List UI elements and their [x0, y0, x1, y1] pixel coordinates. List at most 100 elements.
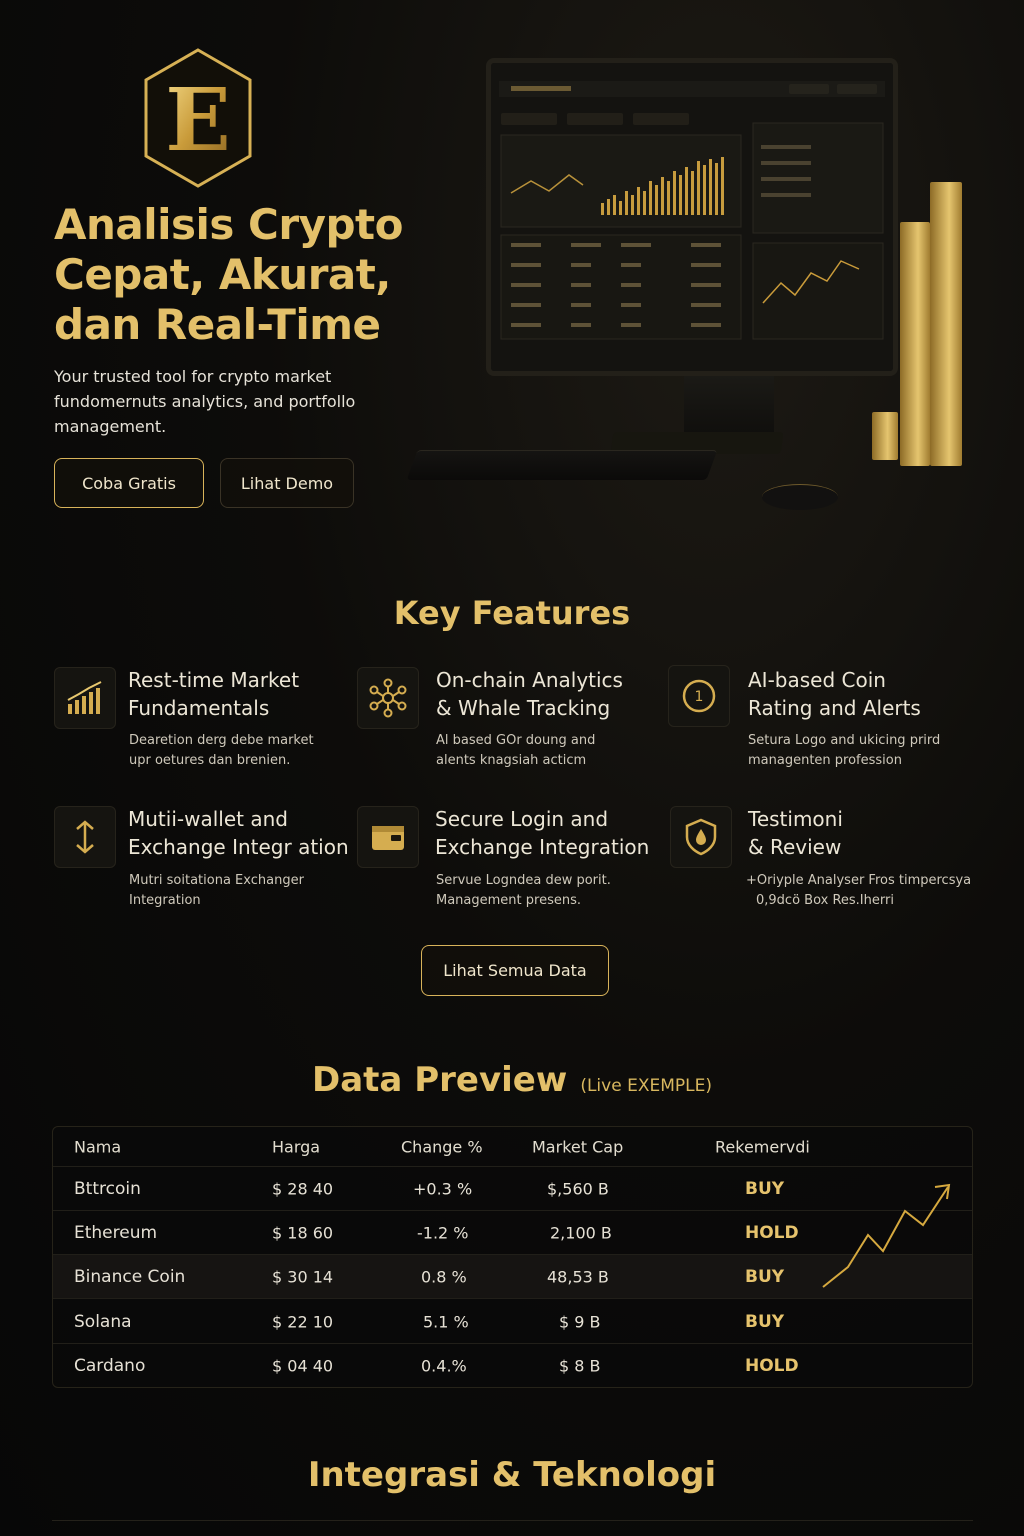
feature-description-line: +Oriyple Analyser Fros timpercsya	[746, 873, 972, 888]
shield-icon	[685, 818, 717, 856]
feature-card-icon-box	[357, 806, 419, 868]
hero-subtitle-line: fundomernuts analytics, and portfollo	[54, 392, 356, 411]
hero-subtitle: Your trusted tool for crypto market fund…	[54, 364, 374, 439]
feature-description-line: Dearetion derg debe market	[129, 733, 314, 748]
dashboard-screen-graphic	[491, 63, 893, 371]
coin-change: +0.3 %	[413, 1179, 473, 1198]
feature-title-line: Rating and Alerts	[748, 696, 921, 720]
feature-title-line: Mutii-wallet and	[128, 807, 288, 831]
coin-market-cap: 2,100 B	[550, 1223, 612, 1242]
coin-market-cap: $ 9 B	[559, 1312, 601, 1331]
column-header-market-cap: Market Cap	[532, 1137, 624, 1156]
coin-change: 0.4.%	[421, 1356, 467, 1376]
feature-card-icon-box	[54, 667, 116, 729]
feature-title: Secure Login and Exchange Integration	[435, 805, 665, 861]
gold-bar-decoration	[872, 412, 898, 460]
feature-title-line: On-chain Analytics	[436, 668, 623, 692]
feature-description: Servue Logndea dew porit. Management pre…	[436, 871, 676, 911]
column-header-price: Harga	[272, 1137, 321, 1156]
column-header-recommendation: Rekemervdi	[715, 1137, 810, 1156]
feature-title-line: & Whale Tracking	[436, 696, 611, 720]
dashboard-monitor-illustration	[486, 58, 898, 376]
feature-description-line: Servue Logndea dew porit.	[436, 873, 611, 888]
feature-title-line: Testimoni	[748, 807, 843, 831]
keyboard-illustration	[406, 450, 718, 480]
svg-text:E: E	[165, 70, 231, 171]
feature-title-line: AI-based Coin	[748, 668, 886, 692]
feature-title: Mutii-wallet and Exchange Integr ation	[128, 805, 358, 861]
hero-title-line-2: Cepat, Akurat,	[54, 250, 391, 299]
monitor-stand	[684, 376, 774, 438]
feature-description: +Oriyple Analyser Fros timpercsya 0,9dcö…	[746, 871, 1016, 911]
brand-logo: E	[144, 48, 252, 188]
coin-name: Solana	[74, 1311, 132, 1332]
feature-title-line: Fundamentals	[128, 696, 270, 720]
feature-description-line: Al based GOr doung and	[436, 733, 596, 748]
network-nodes-icon	[369, 678, 407, 718]
column-header-name: Nama	[74, 1137, 122, 1156]
coin-name: Binance Coin	[74, 1266, 186, 1287]
recommendation-badge: BUY	[745, 1311, 785, 1332]
preview-title: Data Preview	[312, 1060, 568, 1100]
feature-description-line: Integration	[129, 893, 201, 908]
crypto-data-table: Nama Harga Change % Market Cap Rekemervd…	[52, 1126, 973, 1388]
feature-card-icon-box	[54, 806, 116, 868]
feature-description-line: managenten profession	[748, 753, 902, 768]
trend-line-decoration	[822, 1183, 951, 1288]
gold-bar-decoration	[900, 222, 930, 466]
bar-chart-icon	[67, 681, 102, 714]
feature-description: Dearetion derg debe market upr oetures d…	[129, 731, 369, 771]
feature-card-icon-box	[357, 667, 419, 729]
view-all-data-button[interactable]: Lihat Semua Data	[421, 945, 609, 996]
hero-title: Analisis Crypto Cepat, Akurat, dan Real-…	[54, 200, 434, 350]
rating-circle-icon: 1	[682, 679, 716, 713]
feature-card-icon-box: 1	[668, 665, 730, 727]
coin-market-cap: $,560 B	[547, 1179, 609, 1198]
feature-description: Setura Logo and ukicing prird managenten…	[748, 731, 988, 771]
feature-description-line: 0,9dcö Box Res.Iherri	[756, 893, 894, 908]
feature-description-line: Management presens.	[436, 893, 581, 908]
feature-title-line: & Review	[748, 835, 842, 859]
recommendation-badge: HOLD	[745, 1222, 799, 1243]
preview-subtitle: (Live EXEMPLE)	[580, 1076, 712, 1096]
feature-description-line: Mutri soitationa Exchanger	[129, 873, 304, 888]
coin-market-cap: 48,53 B	[547, 1267, 609, 1286]
hero-title-line-3: dan Real-Time	[54, 300, 381, 349]
gold-bar-decoration	[930, 182, 962, 466]
feature-title-line: Rest-time Market	[128, 668, 300, 692]
feature-title-line: Secure Login and	[435, 807, 609, 831]
integration-title: Integrasi & Teknologi	[307, 1455, 717, 1495]
feature-card-icon-box	[670, 806, 732, 868]
coin-change: -1.2 %	[417, 1223, 469, 1242]
coin-price: $ 22 10	[272, 1312, 334, 1331]
coin-price: $ 28 40	[272, 1179, 334, 1198]
recommendation-badge: BUY	[745, 1178, 785, 1199]
feature-title-line: Exchange Integration	[435, 835, 650, 859]
feature-description-line: Setura Logo and ukicing prird	[748, 733, 941, 748]
mouse-illustration	[762, 484, 838, 510]
feature-description-line: alents knagsiah acticm	[436, 753, 587, 768]
coin-name: Bttrcoin	[74, 1178, 141, 1199]
coin-price: $ 04 40	[272, 1356, 334, 1376]
transfer-arrows-icon	[76, 820, 94, 854]
feature-description: Al based GOr doung and alents knagsiah a…	[436, 731, 676, 771]
svg-text:1: 1	[695, 689, 704, 705]
preview-heading: Data Preview (Live EXEMPLE)	[0, 1060, 1024, 1100]
hero-subtitle-line: Your trusted tool for crypto market	[54, 367, 332, 386]
features-title: Key Features	[393, 594, 631, 632]
section-divider	[52, 1520, 973, 1521]
table-row[interactable]: Cardano $ 04 40 0.4.% $ 8 B HOLD	[53, 1344, 972, 1387]
wallet-icon	[372, 826, 404, 850]
coin-name: Ethereum	[74, 1222, 158, 1243]
try-free-button[interactable]: Coba Gratis	[54, 458, 204, 508]
feature-title: AI-based Coin Rating and Alerts	[748, 666, 978, 722]
coin-change: 0.8 %	[421, 1267, 467, 1286]
table-row[interactable]: Solana $ 22 10 5.1 % $ 9 B BUY	[53, 1300, 972, 1344]
view-demo-button[interactable]: Lihat Demo	[220, 458, 354, 508]
recommendation-badge: HOLD	[745, 1356, 799, 1376]
column-header-change: Change %	[401, 1137, 483, 1156]
coin-price: $ 18 60	[272, 1223, 334, 1242]
coin-market-cap: $ 8 B	[559, 1356, 601, 1376]
feature-title-line: Exchange Integr ation	[128, 835, 349, 859]
hero-title-line-1: Analisis Crypto	[54, 200, 403, 249]
